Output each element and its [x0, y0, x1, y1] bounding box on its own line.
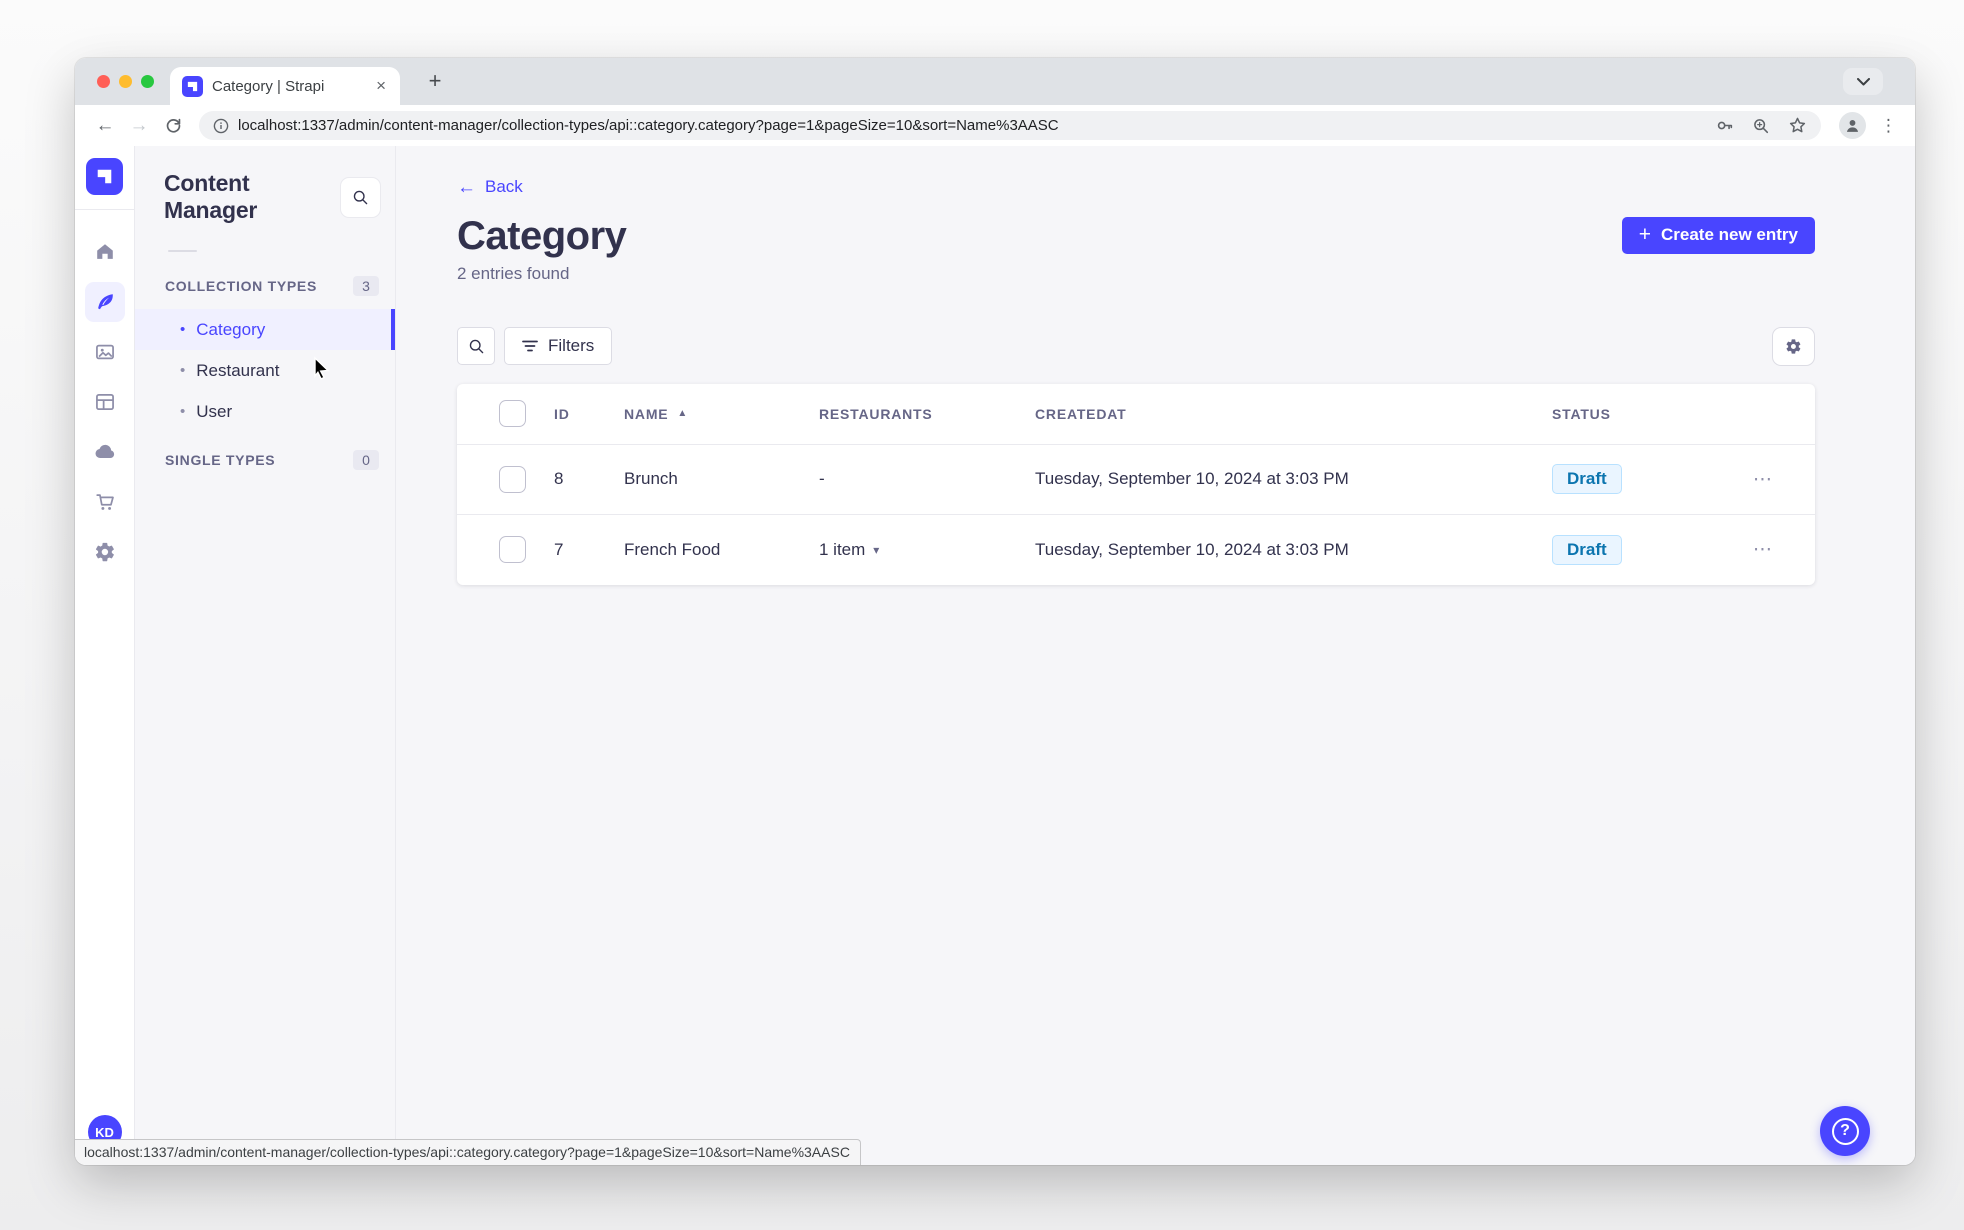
sidebar-item-label: Category [196, 319, 266, 339]
cell-id: 7 [554, 539, 564, 559]
window-minimize-button[interactable] [119, 75, 132, 88]
collection-types-count-badge: 3 [353, 276, 379, 296]
browser-tab-strip: Category | Strapi × + [75, 58, 1915, 105]
plus-icon: + [1638, 222, 1651, 246]
sidebar-item-restaurant[interactable]: • Restaurant [135, 350, 395, 391]
nav-content-manager-icon[interactable] [84, 282, 125, 322]
help-button[interactable]: ? [1820, 1106, 1870, 1156]
row-actions-menu-icon[interactable]: ⋯ [1747, 538, 1815, 561]
table-settings-button[interactable] [1772, 326, 1815, 366]
bookmark-star-icon[interactable] [1788, 116, 1807, 135]
bullet-icon: • [180, 362, 186, 379]
nav-content-type-builder-icon[interactable] [85, 382, 125, 422]
sidebar-divider [168, 250, 197, 252]
new-tab-button[interactable]: + [420, 66, 450, 96]
collection-types-label: COLLECTION TYPES [165, 278, 317, 294]
column-header-restaurants[interactable]: RESTAURANTS [819, 406, 1035, 422]
rail-divider [75, 209, 134, 210]
content-manager-sidebar: Content Manager COLLECTION TYPES 3 • Cat… [135, 146, 396, 1165]
bullet-icon: • [180, 321, 186, 338]
row-actions-menu-icon[interactable]: ⋯ [1747, 468, 1815, 491]
strapi-app: KD Content Manager COLLECTION TYPES 3 • … [75, 146, 1915, 1165]
page-title: Category [457, 213, 627, 258]
cell-id: 8 [554, 469, 564, 488]
cell-createdat: Tuesday, September 10, 2024 at 3:03 PM [1035, 539, 1349, 559]
sidebar-title: Content Manager [164, 170, 258, 223]
sidebar-item-label: User [196, 401, 233, 421]
nav-deploy-cloud-icon[interactable] [85, 432, 125, 472]
strapi-favicon-icon [182, 75, 203, 97]
cell-restaurants: - [819, 469, 825, 488]
browser-toolbar: ← → localhost:1337/admin/content-manager… [75, 105, 1915, 146]
filter-icon [522, 340, 538, 352]
nav-settings-gear-icon[interactable] [85, 532, 125, 572]
column-header-createdat[interactable]: CREATEDAT [1035, 406, 1552, 422]
strapi-logo-icon[interactable] [86, 158, 123, 195]
nav-media-library-icon[interactable] [85, 332, 125, 372]
tab-title: Category | Strapi [212, 77, 325, 95]
row-checkbox[interactable] [499, 536, 526, 563]
browser-menu-icon[interactable]: ⋮ [1876, 116, 1901, 136]
back-label: Back [485, 177, 523, 196]
single-types-label: SINGLE TYPES [165, 452, 276, 468]
table-search-button[interactable] [457, 327, 495, 365]
main-nav-rail: KD [75, 146, 135, 1165]
question-icon: ? [1831, 1117, 1859, 1145]
passwords-key-icon[interactable] [1715, 116, 1734, 135]
column-header-name[interactable]: NAME ▲ [624, 406, 819, 422]
row-checkbox[interactable] [499, 465, 526, 493]
sidebar-item-category[interactable]: • Category [135, 309, 395, 350]
site-info-icon[interactable] [213, 118, 229, 134]
window-maximize-button[interactable] [141, 75, 154, 88]
table-header-row: ID NAME ▲ RESTAURANTS CREATEDAT STATUS [457, 384, 1815, 445]
sidebar-item-label: Restaurant [196, 360, 280, 380]
tab-close-icon[interactable]: × [374, 76, 388, 96]
url-text[interactable]: localhost:1337/admin/content-manager/col… [238, 117, 1706, 134]
entries-count: 2 entries found [457, 263, 570, 283]
create-new-entry-button[interactable]: + Create new entry [1621, 216, 1815, 254]
filters-label: Filters [548, 336, 595, 355]
column-header-status[interactable]: STATUS [1552, 406, 1747, 422]
sidebar-search-button[interactable] [340, 176, 381, 218]
cell-createdat: Tuesday, September 10, 2024 at 3:03 PM [1035, 469, 1349, 488]
window-close-button[interactable] [97, 75, 110, 88]
back-arrow-icon: ← [457, 176, 476, 198]
browser-back-button[interactable]: ← [91, 112, 119, 140]
cell-name: French Food [624, 539, 721, 559]
sort-asc-icon: ▲ [677, 408, 689, 419]
browser-reload-button[interactable] [159, 112, 187, 140]
nav-marketplace-icon[interactable] [85, 482, 125, 522]
url-bar[interactable]: localhost:1337/admin/content-manager/col… [199, 111, 1821, 140]
create-new-entry-label: Create new entry [1661, 225, 1798, 244]
nav-home-icon[interactable] [85, 232, 125, 272]
single-types-count-badge: 0 [353, 450, 379, 470]
cell-restaurants[interactable]: 1 item ▾ [819, 540, 1035, 560]
bullet-icon: • [180, 403, 186, 420]
filters-button[interactable]: Filters [504, 327, 613, 365]
sidebar-item-user[interactable]: • User [135, 391, 395, 432]
browser-window: Category | Strapi × + ← → localhost:1337… [75, 58, 1915, 1165]
column-header-id[interactable]: ID [554, 406, 624, 422]
browser-profile-icon[interactable] [1839, 112, 1866, 139]
zoom-icon[interactable] [1752, 117, 1770, 135]
chevron-down-icon: ▾ [873, 542, 880, 557]
table-row[interactable]: 7 French Food 1 item ▾ Tuesday, Septembe… [457, 515, 1815, 585]
select-all-checkbox[interactable] [499, 400, 526, 427]
cell-name: Brunch [624, 469, 678, 488]
status-bar-url: localhost:1337/admin/content-manager/col… [75, 1139, 861, 1165]
browser-forward-button: → [129, 114, 149, 136]
status-badge: Draft [1552, 464, 1622, 494]
table-row[interactable]: 8 Brunch - Tuesday, September 10, 2024 a… [457, 445, 1815, 515]
main-content: ← Back Category 2 entries found + Create… [396, 146, 1915, 1165]
tab-search-chevron-icon[interactable] [1843, 68, 1883, 95]
browser-tab[interactable]: Category | Strapi × [170, 67, 400, 105]
entries-table: ID NAME ▲ RESTAURANTS CREATEDAT STATUS 8… [457, 383, 1815, 585]
back-link[interactable]: ← Back [457, 177, 523, 197]
status-badge: Draft [1552, 534, 1622, 565]
